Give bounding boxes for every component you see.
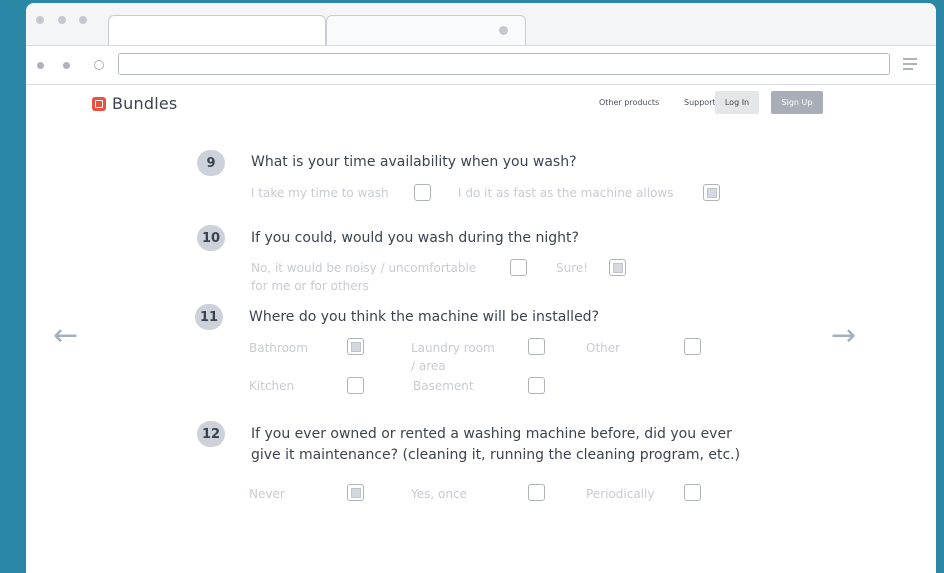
tab-bar <box>26 3 936 46</box>
option-label-line2: / area <box>411 359 446 373</box>
option-checkbox[interactable] <box>528 377 545 394</box>
option-label: I take my time to wash <box>251 186 389 200</box>
back-icon[interactable] <box>37 62 44 69</box>
question-text-line1: If you ever owned or rented a washing ma… <box>251 426 732 442</box>
option-checkbox[interactable] <box>414 184 431 201</box>
option-label: Other <box>586 341 621 355</box>
nav-other-products[interactable]: Other products <box>599 98 659 107</box>
option-label: Sure! <box>556 261 589 275</box>
option-checkbox[interactable] <box>510 259 527 276</box>
browser-tab[interactable] <box>326 15 526 46</box>
question-text-line2: give it maintenance? (cleaning it, runni… <box>251 447 741 463</box>
option-label: Kitchen <box>249 379 295 393</box>
window-control-dot[interactable] <box>36 16 44 24</box>
option-checkbox[interactable] <box>684 484 701 501</box>
browser-window <box>26 3 936 573</box>
forward-icon[interactable] <box>63 62 70 69</box>
option-label: Bathroom <box>249 341 308 355</box>
tab-close-icon[interactable] <box>499 26 508 35</box>
logo-icon <box>92 96 106 111</box>
signup-button[interactable]: Sign Up <box>771 91 823 114</box>
question-number: 10 <box>197 225 225 251</box>
option-checkbox-checked[interactable] <box>347 338 364 355</box>
option-checkbox-checked[interactable] <box>347 484 364 501</box>
option-label: Periodically <box>586 487 655 501</box>
browser-tab-active[interactable] <box>108 15 326 46</box>
url-input[interactable] <box>118 53 890 75</box>
menu-icon[interactable] <box>903 58 917 73</box>
nav-support[interactable]: Support <box>684 98 716 107</box>
option-checkbox[interactable] <box>347 377 364 394</box>
option-label: Basement <box>413 379 474 393</box>
option-checkbox[interactable] <box>528 338 545 355</box>
arrow-left-icon[interactable]: ← <box>53 318 78 353</box>
question-number: 12 <box>197 421 225 447</box>
option-label: I do it as fast as the machine allows <box>458 186 674 200</box>
option-label: Never <box>249 487 285 501</box>
brand-name: Bundles <box>112 94 178 113</box>
reload-icon[interactable] <box>94 60 104 70</box>
window-control-dot[interactable] <box>58 16 66 24</box>
option-label: Yes, once <box>411 487 467 501</box>
option-checkbox[interactable] <box>528 484 545 501</box>
question-number: 9 <box>197 150 225 176</box>
window-control-dot[interactable] <box>79 16 87 24</box>
brand-logo[interactable]: Bundles <box>92 94 177 113</box>
option-checkbox[interactable] <box>684 338 701 355</box>
question-number: 11 <box>195 304 223 330</box>
address-bar-row <box>26 45 936 85</box>
question-text: If you could, would you wash during the … <box>251 230 579 246</box>
option-label-line1: No, it would be noisy / uncomfortable <box>251 261 477 275</box>
question-text: Where do you think the machine will be i… <box>249 309 599 325</box>
option-label-line1: Laundry room <box>411 341 495 355</box>
option-label-line2: for me or for others <box>251 279 369 293</box>
arrow-right-icon[interactable]: → <box>831 318 856 353</box>
option-checkbox-checked[interactable] <box>609 259 626 276</box>
login-button[interactable]: Log In <box>715 91 759 114</box>
question-text: What is your time availability when you … <box>251 154 577 170</box>
option-checkbox-checked[interactable] <box>703 184 720 201</box>
